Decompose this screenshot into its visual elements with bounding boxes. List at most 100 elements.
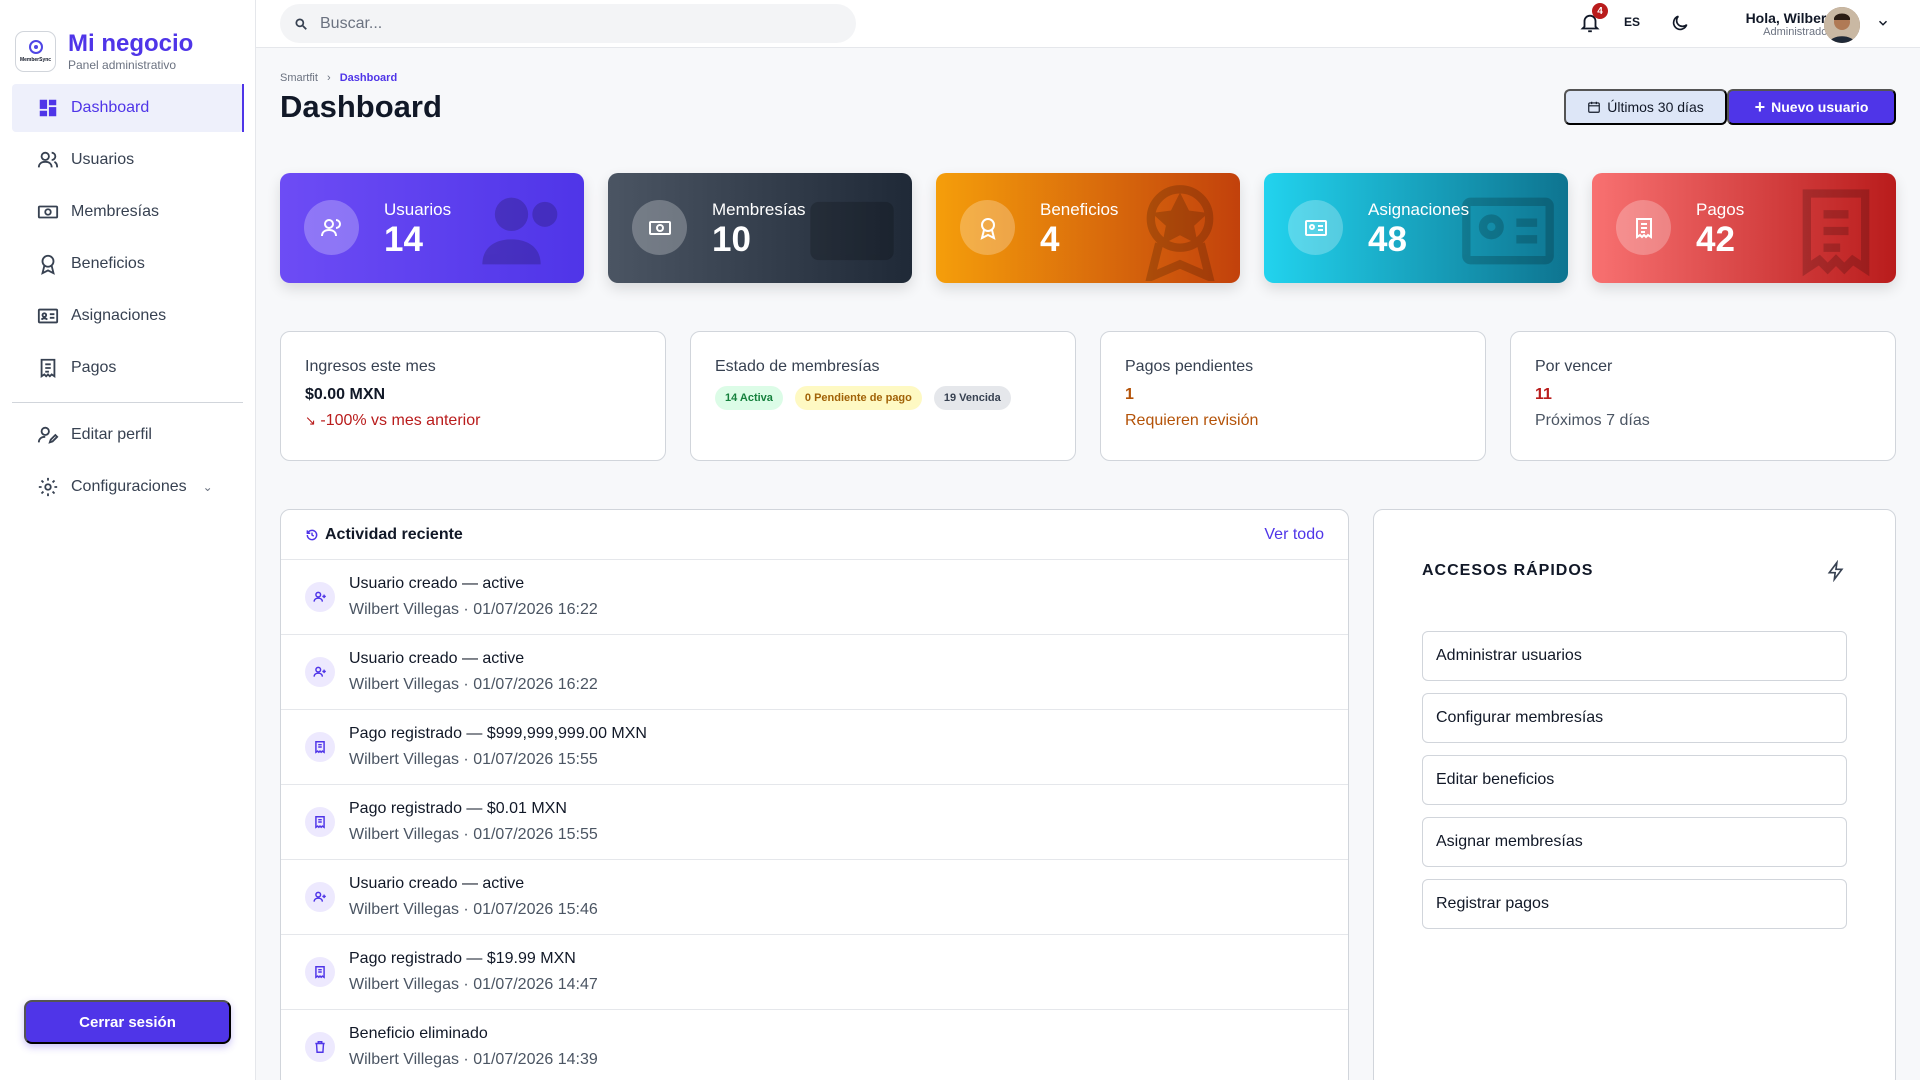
logo-mark-icon <box>28 40 43 54</box>
activity-title: Actividad reciente <box>325 525 463 543</box>
quick-link-beneficios[interactable]: Editar beneficios <box>1422 755 1847 805</box>
logo-text: MemberSync <box>19 57 52 63</box>
stat-card-beneficios[interactable]: Beneficios 4 <box>936 173 1240 283</box>
activity-meta: Wilbert Villegas · 01/07/2026 15:55 <box>349 826 598 843</box>
sidebar-nav: Dashboard Usuarios Membresías Beneficios… <box>0 84 255 511</box>
sidebar-item-usuarios[interactable]: Usuarios <box>12 136 243 184</box>
sidebar-item-label: Dashboard <box>71 99 150 116</box>
sidebar-item-label: Editar perfil <box>71 426 152 443</box>
avatar[interactable] <box>1824 7 1860 43</box>
award-icon <box>1145 185 1215 281</box>
search-input[interactable] <box>320 14 820 33</box>
membership-status-title: Estado de membresías <box>715 358 880 375</box>
activity-main: Pago registrado — $0.01 MXN <box>349 800 567 817</box>
stat-label: Beneficios <box>1040 200 1119 219</box>
activity-row[interactable]: Beneficio eliminado Wilbert Villegas · 01… <box>281 1010 1348 1080</box>
sidebar-item-membresias[interactable]: Membresías <box>12 188 243 236</box>
award-icon <box>960 200 1015 255</box>
quick-link-pagos[interactable]: Registrar pagos <box>1422 879 1847 929</box>
sidebar-item-pagos[interactable]: Pagos <box>12 344 243 392</box>
sidebar-item-asignaciones[interactable]: Asignaciones <box>12 292 243 340</box>
sidebar-item-configuraciones[interactable]: Configuraciones ⌄ <box>12 463 243 511</box>
id-card-icon <box>37 305 59 327</box>
quick-link-usuarios[interactable]: Administrar usuarios <box>1422 631 1847 681</box>
stat-card-usuarios[interactable]: Usuarios 14 <box>280 173 584 283</box>
history-icon <box>306 529 318 540</box>
logout-button[interactable]: Cerrar sesión <box>24 1000 231 1044</box>
plus-icon: + <box>1754 96 1766 117</box>
sidebar-item-dashboard[interactable]: Dashboard <box>12 84 244 132</box>
new-user-button[interactable]: + Nuevo usuario <box>1727 89 1896 125</box>
quick-link-asignar[interactable]: Asignar membresías <box>1422 817 1847 867</box>
search-icon <box>295 17 307 30</box>
sidebar-item-beneficios[interactable]: Beneficios <box>12 240 243 288</box>
stat-card-membresias[interactable]: Membresías 10 <box>608 173 912 283</box>
trend-down-icon: ↘ <box>305 413 316 428</box>
activity-main: Usuario creado — active <box>349 575 525 592</box>
activity-row[interactable]: Pago registrado — $19.99 MXN Wilbert Vill… <box>281 935 1348 1010</box>
date-range-label: Últimos 30 días <box>1607 99 1704 115</box>
language-toggle[interactable]: ES <box>1624 15 1640 29</box>
income-change: ↘ -100% vs mes anterior <box>305 412 481 429</box>
expiring-title: Por vencer <box>1535 358 1613 375</box>
activity-main: Pago registrado — $19.99 MXN <box>349 950 576 967</box>
chevron-down-icon[interactable] <box>1876 16 1890 30</box>
users-icon <box>304 200 359 255</box>
info-cards: Ingresos este mes $0.00 MXN ↘ -100% vs m… <box>280 331 1896 461</box>
nav-divider <box>12 402 243 403</box>
income-card: Ingresos este mes $0.00 MXN ↘ -100% vs m… <box>280 331 666 461</box>
stat-label: Membresías <box>712 200 806 219</box>
search-box[interactable] <box>280 4 856 43</box>
new-user-label: Nuevo usuario <box>1771 99 1869 115</box>
activity-row[interactable]: Pago registrado — $0.01 MXN Wilbert Ville… <box>281 785 1348 860</box>
expiring-value: 11 <box>1535 386 1552 403</box>
grid-icon <box>37 97 59 119</box>
activity-main: Beneficio eliminado <box>349 1025 488 1042</box>
view-all-link[interactable]: Ver todo <box>1264 526 1324 544</box>
activity-meta: Wilbert Villegas · 01/07/2026 14:47 <box>349 976 598 993</box>
activity-header: Actividad reciente Ver todo <box>281 510 1348 560</box>
status-badge-expired: 19 Vencida <box>933 386 1011 410</box>
activity-row[interactable]: Usuario creado — active Wilbert Villegas … <box>281 560 1348 635</box>
sidebar-item-label: Beneficios <box>71 255 145 272</box>
topbar: 4 ES Hola, Wilbert Administrador <box>256 0 1920 48</box>
sidebar-item-editar-perfil[interactable]: Editar perfil <box>12 411 243 459</box>
user-plus-icon <box>305 582 335 612</box>
sidebar-item-label: Usuarios <box>71 151 135 168</box>
sidebar-item-label: Configuraciones <box>71 478 187 495</box>
quick-access-title: ACCESOS RÁPIDOS <box>1422 562 1594 579</box>
status-badge-active: 14 Activa <box>715 386 783 410</box>
chevron-down-icon: ⌄ <box>202 480 213 494</box>
date-range-button[interactable]: Últimos 30 días <box>1564 89 1727 125</box>
activity-meta: Wilbert Villegas · 01/07/2026 15:46 <box>349 901 598 918</box>
brand[interactable]: MemberSync Mi negocio Panel administrati… <box>0 0 255 76</box>
breadcrumb: Smartfit › Dashboard <box>280 72 397 84</box>
id-card-icon <box>1288 200 1343 255</box>
breadcrumb-root[interactable]: Smartfit <box>280 72 318 84</box>
user-plus-icon <box>305 882 335 912</box>
breadcrumb-current: Dashboard <box>339 72 398 84</box>
stat-card-asignaciones[interactable]: Asignaciones 48 <box>1264 173 1568 283</box>
activity-row[interactable]: Usuario creado — active Wilbert Villegas … <box>281 635 1348 710</box>
bolt-icon <box>1827 560 1844 582</box>
pending-note: Requieren revisión <box>1125 412 1259 429</box>
moon-icon[interactable] <box>1670 13 1690 33</box>
activity-row[interactable]: Pago registrado — $999,999,999.00 MXN Wil… <box>281 710 1348 785</box>
activity-row[interactable]: Usuario creado — active Wilbert Villegas … <box>281 860 1348 935</box>
stat-value: 10 <box>712 220 751 259</box>
receipt-icon <box>37 357 59 379</box>
gear-icon <box>37 476 59 498</box>
cash-icon <box>632 200 687 255</box>
sidebar-item-label: Pagos <box>71 359 117 376</box>
sidebar: MemberSync Mi negocio Panel administrati… <box>0 0 256 1080</box>
activity-main: Pago registrado — $999,999,999.00 MXN <box>349 725 647 742</box>
stat-label: Usuarios <box>384 200 452 219</box>
user-plus-icon <box>305 657 335 687</box>
quick-link-membresias[interactable]: Configurar membresías <box>1422 693 1847 743</box>
stat-value: 48 <box>1368 220 1407 259</box>
activity-main: Usuario creado — active <box>349 875 525 892</box>
activity-main: Usuario creado — active <box>349 650 525 667</box>
pending-value: 1 <box>1125 386 1134 403</box>
user-info[interactable]: Hola, Wilbert Administrador <box>1721 10 1831 38</box>
stat-card-pagos[interactable]: Pagos 42 <box>1592 173 1896 283</box>
